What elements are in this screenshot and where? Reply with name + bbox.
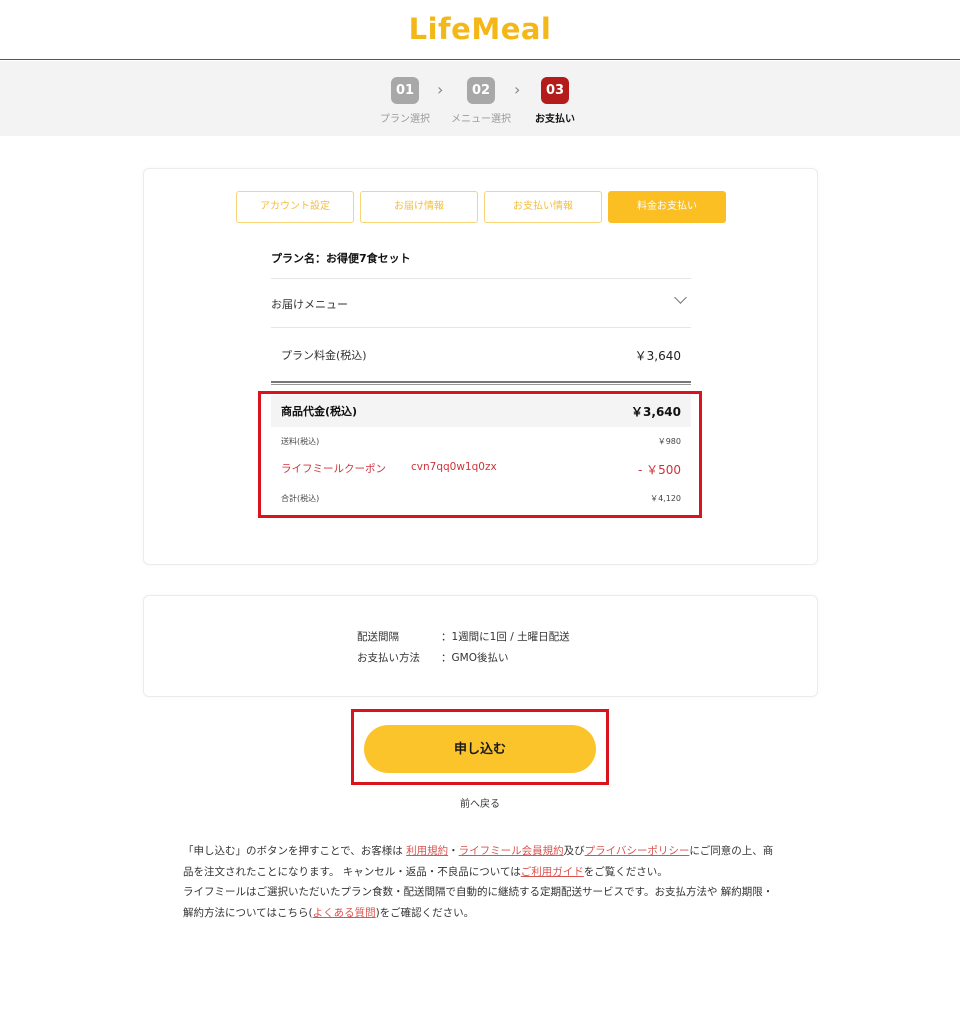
terms-of-use-link[interactable]: 利用規約 [406,845,448,857]
tab-charges-payment[interactable]: 料金お支払い [608,191,726,223]
double-divider [271,381,691,385]
step-03: 03 お支払い [525,77,585,125]
interval-label: 配送間隔 [357,631,399,643]
divider [271,327,691,328]
back-link: 前へ戻る [0,795,960,810]
payment-method-line: お支払い方法 ：GMO後払い [357,650,508,665]
apply-button[interactable]: 申し込む [364,725,596,773]
site-header: LifeMeal [0,0,960,60]
summary-highlight-frame [258,391,702,518]
privacy-policy-link[interactable]: プライバシーポリシー [585,845,690,857]
faq-link[interactable]: よくある質問 [313,907,376,919]
delivery-menu-accordion[interactable]: お届けメニュー [271,279,691,327]
payment-value: ：GMO後払い [441,652,509,664]
progress-steps: 01 プラン選択 › 02 メニュー選択 › 03 お支払い [0,61,960,136]
tab-delivery-info[interactable]: お届け情報 [360,191,478,223]
step-number: 02 [467,77,495,104]
lifemeal-logo[interactable]: LifeMeal [0,12,960,46]
step-label: メニュー選択 [451,114,511,125]
delivery-menu-label: お届けメニュー [271,298,348,311]
terms-text: )をご確認ください。 [375,906,475,919]
step-number: 03 [541,77,569,104]
step-01: 01 プラン選択 [375,77,435,125]
chevron-down-icon [674,291,687,304]
user-guide-link[interactable]: ご利用ガイド [521,866,584,878]
interval-value: ：1週間に1回 / 土曜日配送 [441,631,570,643]
delivery-payment-info-card: 配送間隔 ：1週間に1回 / 土曜日配送 お支払い方法 ：GMO後払い [143,595,818,697]
terms-text: ライフミールはご選択いただいたプラン食数・配送間隔で自動的に継続する定期配送サー… [183,886,774,919]
tab-account-settings[interactable]: アカウント設定 [236,191,354,223]
terms-notice: 「申し込む」のボタンを押すことで、お客様は 利用規約・ライフミール会員規約及びプ… [183,841,783,923]
step-number: 01 [391,77,419,104]
back-link-text[interactable]: 前へ戻る [460,799,500,810]
tab-payment-info[interactable]: お支払い情報 [484,191,602,223]
chevron-right-icon: › [437,80,444,99]
payment-label: お支払い方法 [357,652,420,664]
terms-text: をご覧ください。 [583,865,668,878]
member-terms-link[interactable]: ライフミール会員規約 [459,845,564,857]
chevron-right-icon: › [514,80,521,99]
plan-price-row: プラン料金(税込) ￥3,640 [271,329,691,381]
terms-text: 「申し込む」のボタンを押すことで、お客様は [183,845,407,857]
step-label: お支払い [535,114,575,125]
plan-price-value: ￥3,640 [634,349,681,363]
step-label: プラン選択 [380,114,430,125]
terms-separator: ・ [448,845,459,857]
terms-text: 及び [563,845,585,857]
plan-name: プラン名：お得便7食セット [271,252,411,265]
step-02: 02 メニュー選択 [451,77,511,125]
checkout-tabs: アカウント設定 お届け情報 お支払い情報 料金お支払い [236,191,726,223]
delivery-interval-line: 配送間隔 ：1週間に1回 / 土曜日配送 [357,629,570,644]
plan-price-label: プラン料金(税込) [281,349,367,362]
